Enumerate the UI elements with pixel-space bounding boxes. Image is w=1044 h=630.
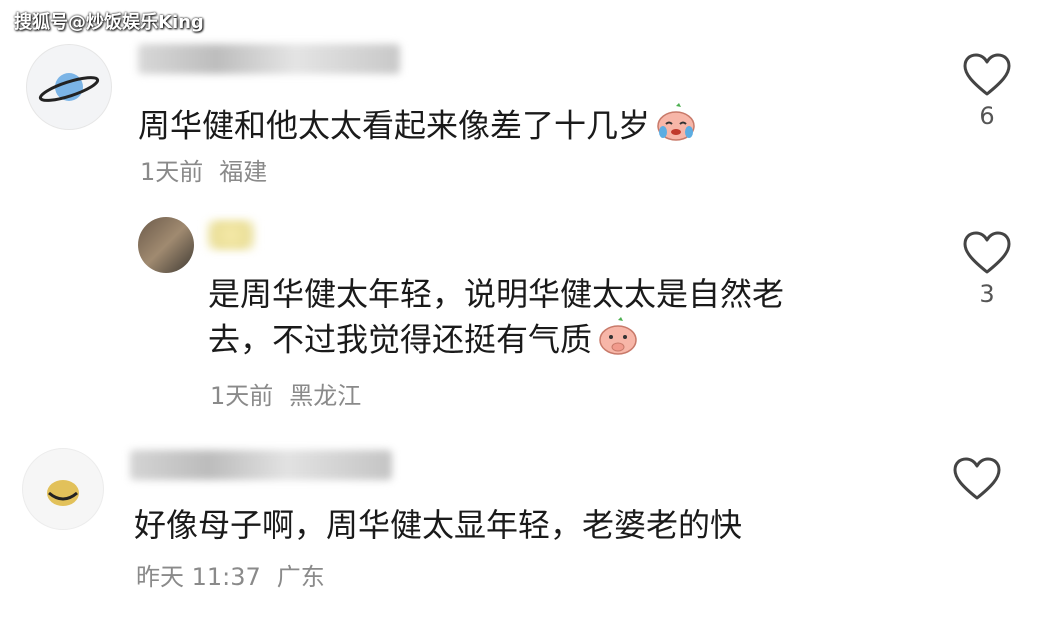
like-button[interactable]: 6 bbox=[962, 52, 1012, 130]
comment-time: 1天前 bbox=[140, 158, 204, 186]
comment-location: 广东 bbox=[276, 563, 325, 591]
comment-time: 昨天 11:37 bbox=[136, 563, 261, 591]
comment-text: 周华健和他太太看起来像差了十几岁 bbox=[138, 102, 698, 153]
crying-face-icon bbox=[654, 102, 698, 153]
watermark: 搜狐号@炒饭娱乐King bbox=[14, 12, 204, 33]
like-count: 3 bbox=[979, 280, 995, 308]
comment-meta: 1天前 黑龙江 bbox=[210, 376, 361, 411]
username-blurred[interactable] bbox=[130, 450, 392, 480]
comment-text-line2: 去，不过我觉得还挺有气质 bbox=[208, 316, 784, 367]
comment-meta: 1天前 福建 bbox=[140, 152, 267, 187]
heart-icon bbox=[953, 457, 1001, 500]
comment-time: 1天前 bbox=[210, 382, 274, 410]
comment-text-line1: 是周华健太年轻，说明华健太太是自然老 bbox=[208, 275, 785, 313]
heart-icon bbox=[963, 53, 1011, 96]
like-button[interactable]: 3 bbox=[962, 230, 1012, 308]
comment-meta: 昨天 11:37 广东 bbox=[136, 557, 325, 592]
heart-icon bbox=[963, 231, 1011, 274]
like-count: 6 bbox=[979, 102, 995, 130]
comment-location: 黑龙江 bbox=[289, 382, 362, 410]
username-blurred[interactable] bbox=[206, 220, 256, 250]
avatar[interactable] bbox=[26, 44, 112, 130]
shy-face-icon bbox=[596, 316, 640, 367]
avatar[interactable] bbox=[22, 448, 104, 530]
username-blurred[interactable] bbox=[138, 44, 400, 74]
comment-text: 好像母子啊，周华健太显年轻，老婆老的快 bbox=[134, 506, 743, 544]
like-button[interactable] bbox=[952, 456, 1002, 502]
avatar[interactable] bbox=[138, 217, 194, 273]
comment-location: 福建 bbox=[219, 158, 268, 186]
comment-text: 是周华健太年轻，说明华健太太是自然老 去，不过我觉得还挺有气质 bbox=[208, 272, 784, 367]
